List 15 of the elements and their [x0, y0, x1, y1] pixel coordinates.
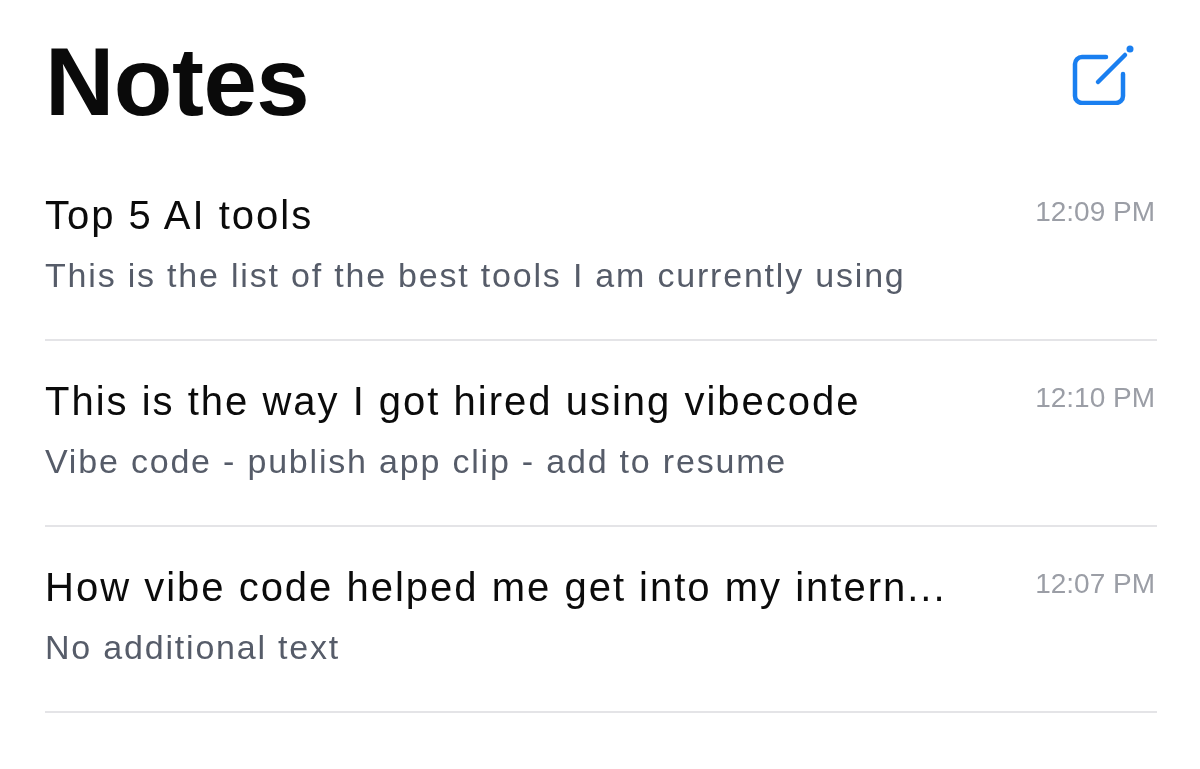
square-pencil-icon — [1072, 45, 1134, 105]
note-preview: Vibe code - publish app clip - add to resume — [45, 440, 788, 481]
notes-title: Notes — [45, 29, 310, 135]
note-item[interactable]: How vibe code helped me get into my intern... 12:07 PM No additional text — [45, 526, 1157, 713]
new-note-button[interactable] — [1072, 45, 1134, 105]
note-item[interactable]: This is the way I got hired using vibecode 12:10 PM Vibe code - publish app clip - add to resume — [45, 340, 1157, 527]
note-item[interactable]: Top 5 AI tools 12:09 PM This is the list of the best tools I am currently using — [45, 154, 1157, 341]
note-title: Top 5 AI tools — [45, 191, 314, 239]
note-title: How vibe code helped me get into my intern... — [45, 563, 947, 611]
note-preview: No additional text — [45, 626, 342, 667]
note-preview: This is the list of the best tools I am currently using — [45, 254, 907, 295]
note-time: 12:10 PM — [1035, 380, 1155, 415]
note-title: This is the way I got hired using vibecode — [45, 377, 861, 425]
note-time: 12:09 PM — [1035, 194, 1155, 229]
note-time: 12:07 PM — [1035, 566, 1155, 601]
